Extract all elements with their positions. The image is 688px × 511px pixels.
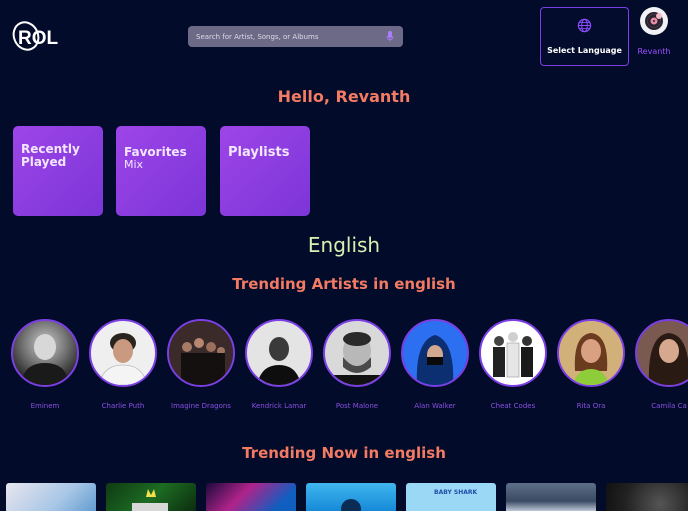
artist-card-kendrick-lamar[interactable]: Kendrick Lamar: [245, 319, 313, 410]
user-name[interactable]: Revanth: [633, 47, 675, 56]
artist-photo: [557, 319, 625, 387]
artist-card-cheat-codes[interactable]: Cheat Codes: [479, 319, 547, 410]
mic-icon[interactable]: [385, 31, 395, 43]
artist-card-rita-ora[interactable]: Rita Ora: [557, 319, 625, 410]
artist-card-eminem[interactable]: Eminem: [11, 319, 79, 410]
select-language-label: Select Language: [547, 46, 622, 55]
card-title: Playlists: [228, 145, 290, 160]
album-tile[interactable]: [206, 483, 296, 511]
artist-photo: [11, 319, 79, 387]
artist-photo: [635, 319, 688, 387]
artist-name: Rita Ora: [576, 402, 606, 410]
artist-name: Eminem: [30, 402, 60, 410]
select-language-button[interactable]: Select Language: [540, 7, 629, 66]
favorites-mix-card[interactable]: Favorites Mix: [116, 126, 206, 216]
artist-photo: [479, 319, 547, 387]
user-avatar[interactable]: [640, 7, 668, 35]
artist-name: Cheat Codes: [490, 402, 536, 410]
artist-name: Alan Walker: [414, 402, 456, 410]
artist-photo: [167, 319, 235, 387]
artist-name: Charlie Puth: [101, 402, 145, 410]
artist-name: Post Malone: [335, 402, 379, 410]
artist-photo: [323, 319, 391, 387]
album-tile[interactable]: [606, 483, 688, 511]
recently-played-card[interactable]: Recently Played: [13, 126, 103, 216]
album-tile[interactable]: BABY SHARK: [406, 483, 496, 511]
artist-card-imagine-dragons[interactable]: Imagine Dragons: [167, 319, 235, 410]
album-tile[interactable]: [106, 483, 196, 511]
trending-now-carousel[interactable]: BABY SHARK: [6, 483, 688, 511]
card-subtitle: Mix: [124, 158, 144, 171]
language-heading: English: [307, 233, 381, 257]
artist-card-alan-walker[interactable]: Alan Walker: [401, 319, 469, 410]
album-tile[interactable]: [506, 483, 596, 511]
artist-card-post-malone[interactable]: Post Malone: [323, 319, 391, 410]
card-title-line2: Played: [21, 155, 67, 169]
greeting-heading: Hello, Revanth: [277, 87, 411, 106]
artist-photo: [401, 319, 469, 387]
rol-logo[interactable]: ROL: [12, 17, 64, 55]
artist-photo: [89, 319, 157, 387]
playlists-card[interactable]: Playlists: [220, 126, 310, 216]
album-tile-label: BABY SHARK: [434, 489, 478, 496]
artist-name: Kendrick Lamar: [251, 402, 307, 410]
trending-now-heading: Trending Now in english: [242, 444, 446, 462]
logo-mark: ROL: [12, 21, 59, 51]
globe-icon: [577, 18, 592, 37]
vinyl-avatar-icon: [645, 12, 663, 30]
artist-name: Imagine Dragons: [171, 402, 231, 410]
search-bar[interactable]: [188, 26, 403, 47]
search-input[interactable]: [196, 32, 385, 41]
svg-text:ROL: ROL: [18, 28, 59, 49]
artist-card-camila-cabello[interactable]: Camila Ca: [635, 319, 688, 410]
artist-photo: [245, 319, 313, 387]
trending-artists-heading: Trending Artists in english: [232, 275, 456, 293]
album-tile[interactable]: [306, 483, 396, 511]
artist-name: Camila Ca: [651, 402, 687, 410]
album-tile[interactable]: [6, 483, 96, 511]
artist-card-charlie-puth[interactable]: Charlie Puth: [89, 319, 157, 410]
artist-carousel[interactable]: Eminem Charlie Puth Imagine Dragons Kend…: [11, 319, 688, 414]
